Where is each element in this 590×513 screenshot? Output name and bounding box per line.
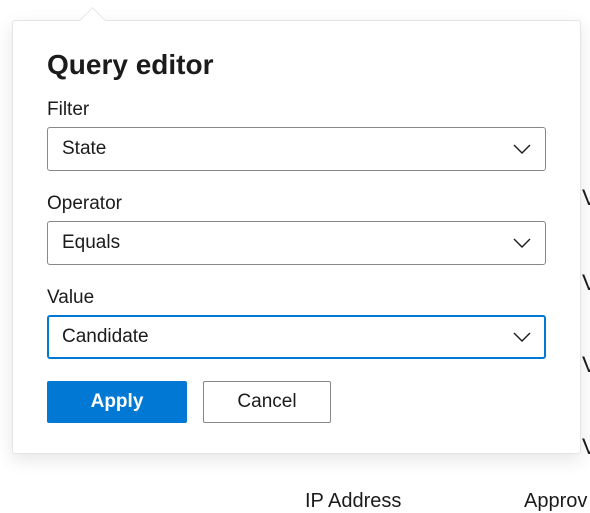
cancel-button[interactable]: Cancel (203, 381, 331, 423)
value-select[interactable]: Candidate (47, 315, 546, 359)
filter-field-group: Filter State (47, 99, 546, 171)
panel-title: Query editor (47, 49, 546, 81)
background-fragment: V (582, 270, 590, 296)
filter-select-value: State (62, 138, 106, 160)
value-field-group: Value Candidate (47, 287, 546, 359)
background-column-approv: Approv (524, 490, 587, 513)
operator-label: Operator (47, 193, 546, 215)
filter-label: Filter (47, 99, 546, 121)
button-row: Apply Cancel (47, 381, 546, 423)
query-editor-panel: Query editor Filter State Operator Equal… (12, 20, 581, 454)
operator-select-value: Equals (62, 232, 120, 254)
value-select-value: Candidate (62, 326, 149, 348)
background-fragment: V (582, 352, 590, 378)
background-fragment: V (582, 185, 590, 211)
filter-select[interactable]: State (47, 127, 546, 171)
chevron-down-icon (513, 238, 531, 248)
operator-select[interactable]: Equals (47, 221, 546, 265)
chevron-down-icon (513, 332, 531, 342)
background-fragment: V (582, 434, 590, 460)
operator-field-group: Operator Equals (47, 193, 546, 265)
value-label: Value (47, 287, 546, 309)
apply-button[interactable]: Apply (47, 381, 187, 423)
background-column-ip: IP Address (305, 490, 401, 513)
chevron-down-icon (513, 144, 531, 154)
